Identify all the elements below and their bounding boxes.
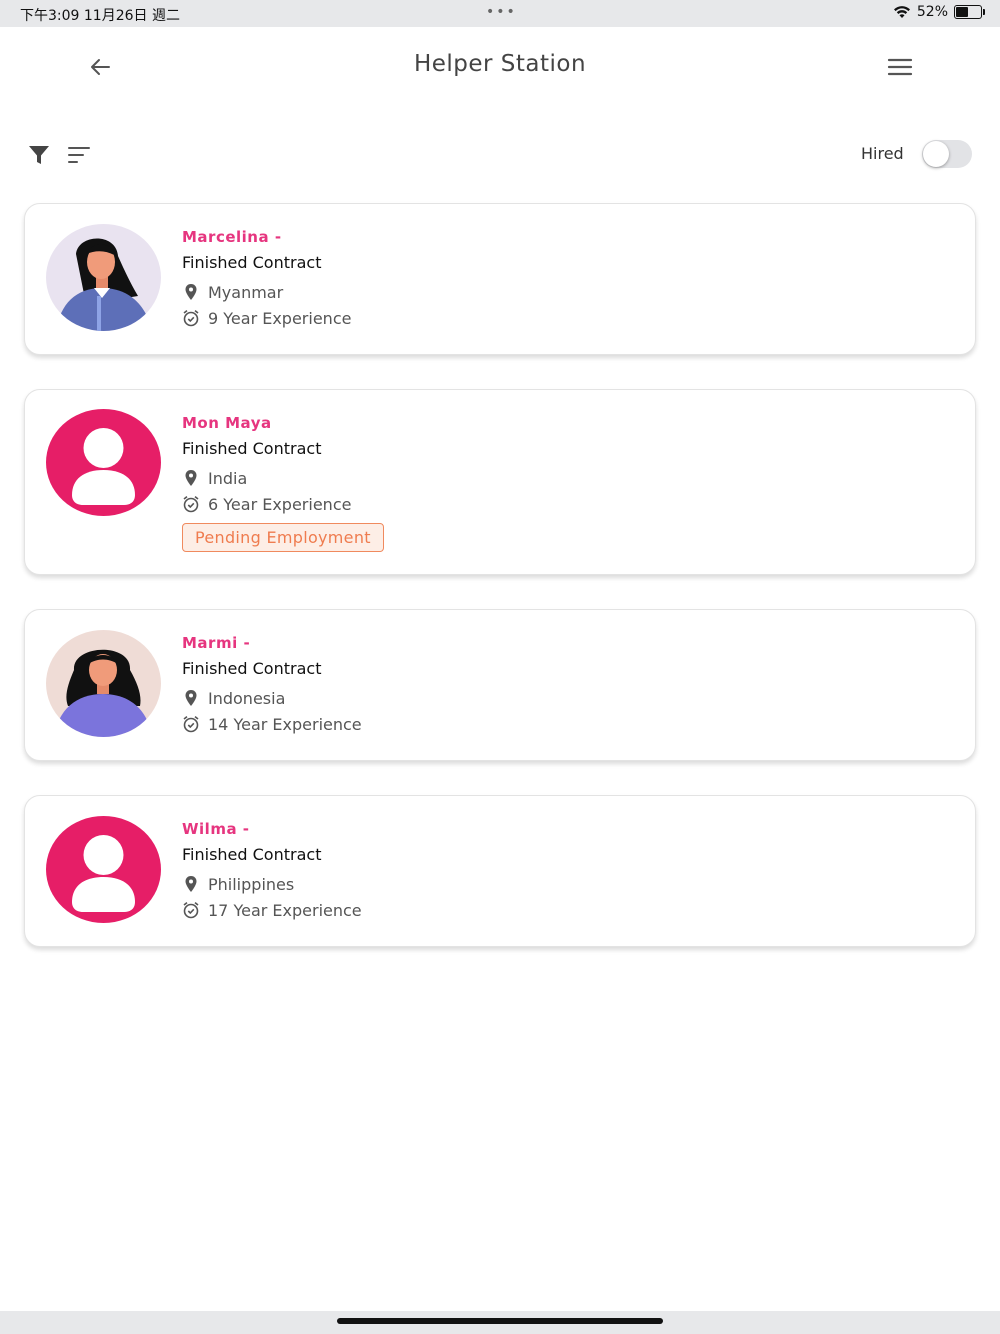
helper-status: Finished Contract [182,253,322,272]
helper-country: India [208,468,248,488]
helper-name: Marcelina - [182,228,282,246]
location-pin-icon [185,876,197,892]
filter-icon [29,146,49,164]
menu-button[interactable] [884,51,916,83]
avatar [46,409,161,516]
battery-icon [954,5,985,19]
page-title: Helper Station [413,51,587,77]
location-pin-icon [185,284,197,300]
helper-status: Finished Contract [182,659,322,678]
avatar [46,224,161,331]
helper-country: Indonesia [208,688,286,708]
experience-row: 17 Year Experience [182,899,362,921]
filter-toolbar: Hired [0,130,1000,180]
helper-card[interactable]: Marmi - Finished Contract Indonesia 14 Y… [24,609,976,761]
helper-status: Finished Contract [182,439,322,458]
helper-card[interactable]: Marcelina - Finished Contract Myanmar 9 … [24,203,976,355]
experience-row: 9 Year Experience [182,307,351,329]
wifi-icon [893,6,910,18]
helper-status: Finished Contract [182,845,322,864]
helper-name: Marmi - [182,634,251,652]
filter-button[interactable] [27,143,51,167]
location-row: India [182,467,384,489]
woman-illustration-icon [46,224,161,331]
battery-percent: 52% [916,4,948,20]
helper-name: Mon Maya [182,414,272,432]
helper-list: Marcelina - Finished Contract Myanmar 9 … [24,203,976,981]
status-right: 52% [893,4,985,20]
alarm-clock-icon [183,309,199,327]
helper-info: Marcelina - Finished Contract Myanmar 9 … [182,228,351,329]
multitask-dots[interactable]: ••• [486,4,517,20]
bottom-bar [0,1311,1000,1334]
experience-row: 6 Year Experience [182,493,384,515]
user-placeholder-icon [72,835,135,912]
hired-label: Hired [861,144,904,163]
alarm-clock-icon [183,901,199,919]
alarm-clock-icon [183,715,199,733]
helper-card[interactable]: Mon Maya Finished Contract India 6 Year … [24,389,976,575]
location-row: Indonesia [182,687,362,709]
helper-experience: 14 Year Experience [208,714,362,734]
location-pin-icon [185,690,197,706]
helper-name: Wilma - [182,820,250,838]
user-placeholder-icon [72,428,135,505]
helper-experience: 17 Year Experience [208,900,362,920]
avatar [46,630,161,737]
hamburger-menu-icon [887,58,913,76]
hired-toggle[interactable] [922,140,972,168]
helper-card[interactable]: Wilma - Finished Contract Philippines 17… [24,795,976,947]
home-indicator[interactable] [337,1318,663,1324]
status-time-date: 下午3:09 11月26日 週二 [20,8,180,24]
helper-country: Myanmar [208,282,284,302]
helper-info: Marmi - Finished Contract Indonesia 14 Y… [182,634,362,735]
sort-button[interactable] [66,143,92,167]
location-row: Myanmar [182,281,351,303]
sort-icon [68,147,90,163]
helper-country: Philippines [208,874,295,894]
location-pin-icon [185,470,197,486]
pending-employment-badge: Pending Employment [182,523,384,552]
helper-experience: 6 Year Experience [208,494,352,514]
app-header: Helper Station [0,27,1000,107]
avatar [46,816,161,923]
alarm-clock-icon [183,495,199,513]
experience-row: 14 Year Experience [182,713,362,735]
toggle-knob [923,141,949,167]
helper-info: Mon Maya Finished Contract India 6 Year … [182,414,384,552]
helper-experience: 9 Year Experience [208,308,352,328]
helper-info: Wilma - Finished Contract Philippines 17… [182,820,362,921]
woman-illustration-icon [46,630,161,737]
status-bar: 下午3:09 11月26日 週二 ••• 52% [0,0,1000,27]
location-row: Philippines [182,873,362,895]
